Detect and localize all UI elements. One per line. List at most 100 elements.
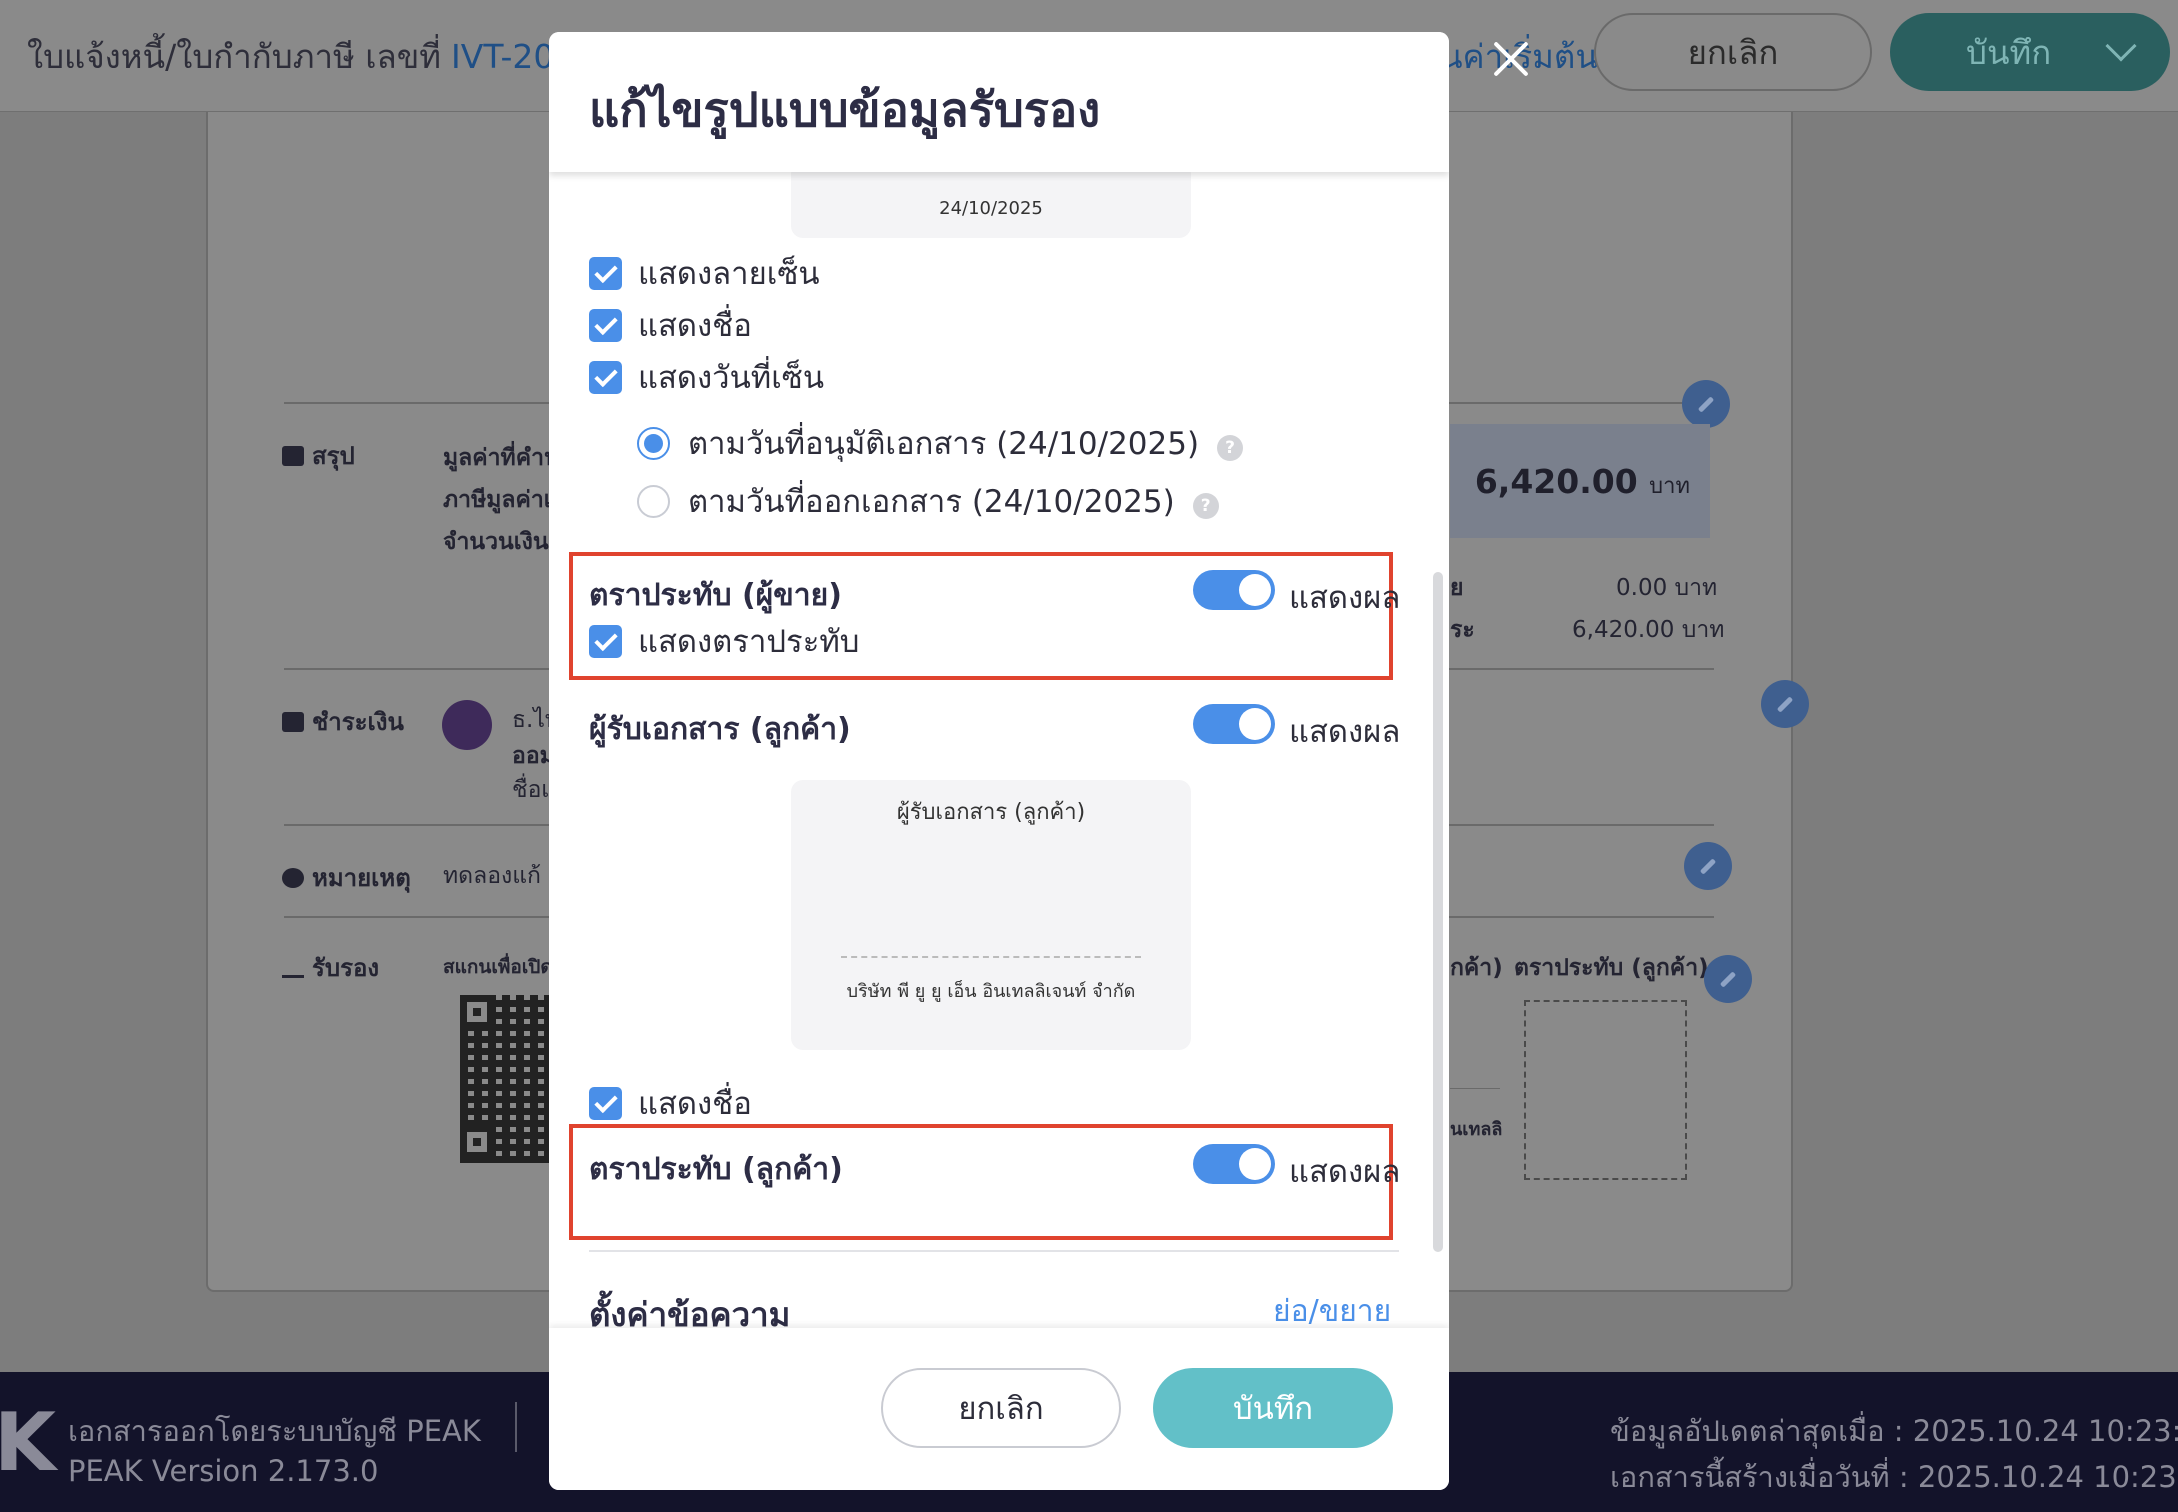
- summary-row: มูลค่าที่คำน: [443, 445, 560, 471]
- bank-logo: [442, 700, 492, 750]
- summary-total-box: 6,420.00 บาท: [1450, 424, 1710, 538]
- cash-icon: [282, 711, 304, 732]
- help-icon[interactable]: ?: [1192, 493, 1219, 519]
- endorse-section-label: รับรอง: [282, 948, 379, 987]
- summary-total: 6,420.00 บาท: [1475, 462, 1690, 503]
- checkbox-show-signature[interactable]: แสดงลายเซ็น: [589, 248, 820, 298]
- checkbox-show-stamp[interactable]: แสดงตราประทับ: [589, 616, 859, 666]
- summary-row: ภาษีมูลค่าเ: [443, 487, 552, 513]
- checkbox-checked-icon[interactable]: [589, 308, 622, 342]
- preview-title: ผู้รับเอกสาร (ลูกค้า): [896, 800, 1086, 825]
- footer-divider: [515, 1402, 517, 1452]
- cancel-button[interactable]: ยกเลิก: [881, 1368, 1121, 1448]
- checkbox-show-sign-date[interactable]: แสดงวันที่เซ็น: [589, 352, 824, 402]
- customer-recipient-row: ผู้รับเอกสาร (ลูกค้า) แสดงผล: [589, 700, 1411, 750]
- customer-recipient-toggle[interactable]: [1193, 704, 1275, 744]
- summary-right-label: ระ: [1450, 617, 1475, 643]
- clipboard-icon: [282, 445, 304, 466]
- edit-summary-icon[interactable]: [1682, 380, 1730, 428]
- payment-label: ชำระเงิน: [312, 708, 404, 736]
- edit-endorsement-modal: แก้ไขรูปแบบข้อมูลรับรอง 24/10/2025 แสดงล…: [549, 32, 1449, 1490]
- help-icon[interactable]: ?: [1217, 435, 1244, 461]
- customer-signature-preview: ผู้รับเอกสาร (ลูกค้า) บริษัท พี ยู ยู เอ…: [791, 780, 1191, 1050]
- preview-date: 24/10/2025: [939, 198, 1043, 219]
- summary-row: จำนวนเงินเ: [443, 529, 557, 555]
- summary-right-value: 0.00 บาท: [1616, 575, 1718, 601]
- modal-scrollbar[interactable]: [1433, 572, 1443, 1252]
- seller-stamp-toggle[interactable]: [1193, 570, 1275, 610]
- checkbox-label: แสดงวันที่เซ็น: [638, 360, 825, 396]
- payment-section-label: ชำระเงิน: [282, 702, 404, 741]
- radio-selected-icon[interactable]: [637, 426, 670, 460]
- edit-note-icon[interactable]: [1684, 842, 1732, 890]
- comment-icon: [282, 867, 304, 888]
- summary-total-value: 6,420.00: [1474, 462, 1638, 501]
- note-text: ทดลองแก้: [443, 863, 541, 889]
- radio-label: ตามวันที่อนุมัติเอกสาร (24/10/2025): [688, 426, 1200, 462]
- qr-corner: [460, 995, 494, 1029]
- customer-stamp-title: ตราประทับ (ลูกค้า): [589, 1152, 843, 1187]
- modal-title: แก้ไขรูปแบบข้อมูลรับรอง: [589, 83, 1101, 138]
- footer-updated: ข้อมูลอัปเดตล่าสุดเมื่อ : 2025.10.24 10:…: [1610, 1414, 2178, 1448]
- checkbox-checked-icon[interactable]: [589, 624, 622, 658]
- endorse-col-label: กค้า): [1450, 955, 1503, 981]
- document-title-text: ใบแจ้งหนี้/ใบกำกับภาษี เลขที่: [27, 37, 442, 76]
- qr-corner: [460, 1125, 494, 1159]
- signature-line: [841, 956, 1141, 958]
- payment-line: ชื่อเ: [512, 777, 550, 803]
- chevron-down-icon[interactable]: [2105, 30, 2137, 62]
- modal-footer: ยกเลิก บันทึก: [549, 1328, 1449, 1490]
- footer-created: เอกสารนี้สร้างเมื่อวันที่ : 2025.10.24 1…: [1610, 1460, 2178, 1494]
- summary-right-value: 6,420.00 บาท: [1572, 617, 1725, 643]
- checkbox-label: แสดงชื่อ: [638, 1086, 752, 1122]
- header-save-label: บันทึก: [1966, 32, 2052, 72]
- seller-signature-preview: 24/10/2025: [791, 162, 1191, 238]
- close-icon[interactable]: [1489, 36, 1533, 80]
- modal-header: แก้ไขรูปแบบข้อมูลรับรอง: [549, 32, 1449, 172]
- section-divider: [589, 1250, 1399, 1252]
- edit-payment-icon[interactable]: [1761, 680, 1809, 728]
- customer-stamp-placeholder: [1524, 1000, 1687, 1180]
- radio-unselected-icon[interactable]: [637, 484, 670, 518]
- endorse-name-partial: นเทลลิ: [1450, 1119, 1503, 1140]
- note-label: หมายเหตุ: [312, 864, 411, 892]
- endorse-stamp-col-label: ตราประทับ (ลูกค้า): [1514, 955, 1709, 981]
- note-section-label: หมายเหตุ: [282, 858, 411, 897]
- seller-stamp-title: ตราประทับ (ผู้ขาย): [589, 578, 842, 613]
- header-save-button[interactable]: บันทึก: [1890, 13, 2170, 91]
- checkbox-checked-icon[interactable]: [589, 1086, 622, 1120]
- footer-version: PEAK Version 2.173.0: [68, 1454, 379, 1488]
- customer-stamp-toggle[interactable]: [1193, 1144, 1275, 1184]
- signature-icon: [282, 958, 304, 978]
- footer-issued-by: เอกสารออกโดยระบบบัญชี PEAK: [68, 1414, 481, 1448]
- header-cancel-button[interactable]: ยกเลิก: [1594, 13, 1872, 91]
- save-button[interactable]: บันทึก: [1153, 1368, 1393, 1448]
- checkbox-label: แสดงลายเซ็น: [638, 256, 820, 292]
- summary-total-unit: บาท: [1649, 474, 1690, 499]
- edit-endorse-icon[interactable]: [1704, 955, 1752, 1003]
- customer-recipient-title: ผู้รับเอกสาร (ลูกค้า): [589, 712, 851, 747]
- checkbox-checked-icon[interactable]: [589, 256, 622, 290]
- checkbox-label: แสดงชื่อ: [638, 308, 752, 344]
- toggle-label: แสดงผล: [1289, 714, 1401, 750]
- checkbox-show-name[interactable]: แสดงชื่อ: [589, 300, 752, 350]
- radio-issue-date[interactable]: ตามวันที่ออกเอกสาร (24/10/2025) ?: [637, 476, 1219, 526]
- signature-line: [1450, 1088, 1500, 1089]
- document-title: ใบแจ้งหนี้/ใบกำกับภาษี เลขที่ IVT-202510: [27, 30, 638, 83]
- endorse-label: รับรอง: [312, 954, 380, 982]
- toggle-label: แสดงผล: [1289, 580, 1401, 616]
- radio-label: ตามวันที่ออกเอกสาร (24/10/2025): [688, 484, 1175, 520]
- peak-logo: K: [0, 1396, 56, 1489]
- qr-caption: สแกนเพื่อเปิด: [443, 956, 553, 978]
- summary-right-label: ย: [1450, 575, 1464, 601]
- summary-section-label: สรุป: [282, 436, 355, 475]
- checkbox-label: แสดงตราประทับ: [638, 624, 860, 660]
- toggle-label: แสดงผล: [1289, 1154, 1401, 1190]
- checkbox-show-customer-name[interactable]: แสดงชื่อ: [589, 1078, 752, 1128]
- customer-stamp-row: ตราประทับ (ลูกค้า) แสดงผล: [589, 1140, 1411, 1190]
- radio-approval-date[interactable]: ตามวันที่อนุมัติเอกสาร (24/10/2025) ?: [637, 418, 1244, 468]
- seller-stamp-row: ตราประทับ (ผู้ขาย) แสดงผล: [589, 566, 1411, 616]
- checkbox-checked-icon[interactable]: [589, 360, 622, 394]
- summary-label: สรุป: [312, 442, 355, 470]
- preview-company-name: บริษัท พี ยู ยู เอ็น อินเทลลิเจนท์ จำกัด: [846, 981, 1136, 1002]
